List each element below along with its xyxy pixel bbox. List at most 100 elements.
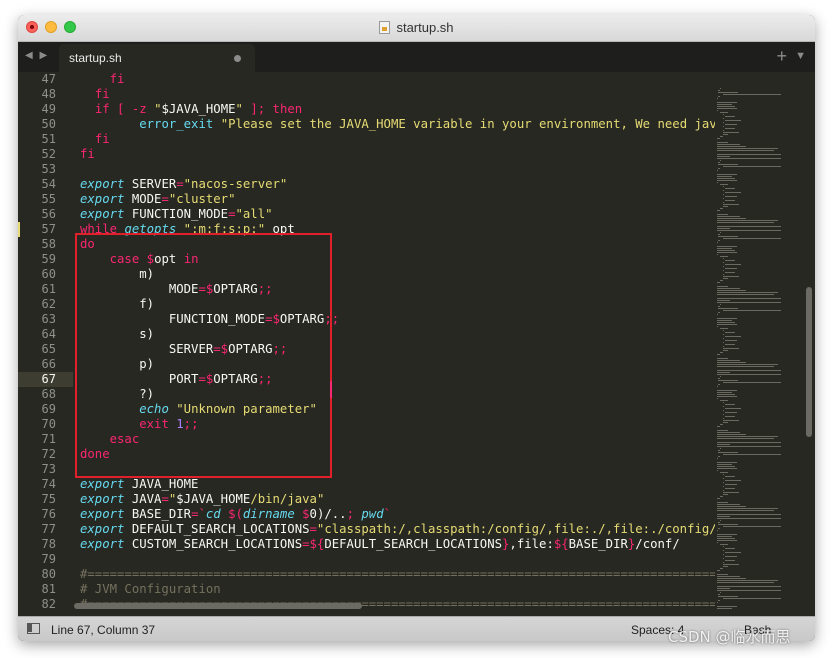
minimap-line [725, 264, 742, 265]
new-tab-plus-icon[interactable]: + [776, 46, 787, 67]
minimap-line [722, 334, 724, 335]
line-number: 51 [41, 132, 56, 146]
minimap-line [717, 170, 719, 171]
minimap-line [719, 184, 729, 185]
code-line[interactable]: export FUNCTION_MODE="all" [80, 207, 273, 222]
minimap-line [717, 214, 729, 215]
code-line[interactable]: export CUSTOM_SEARCH_LOCATIONS=${DEFAULT… [80, 537, 680, 552]
line-number: 75 [41, 492, 56, 506]
line-number: 73 [41, 462, 56, 476]
tab-nav-arrows-icon[interactable]: ◀ ▶ [25, 50, 49, 61]
minimap-line [717, 574, 729, 575]
minimap-line [717, 364, 778, 365]
minimap-line [725, 552, 742, 553]
code-line[interactable]: fi [80, 147, 95, 162]
minimap-line [717, 158, 782, 159]
minimap-line [722, 414, 724, 415]
minimap-line [722, 132, 740, 133]
minimap-line [722, 194, 724, 195]
horizontal-scrollbar-thumb[interactable] [74, 603, 362, 609]
minimap-line [719, 136, 723, 137]
minimap-line [717, 586, 782, 587]
minimap-line [725, 560, 736, 561]
minimap-line [718, 164, 738, 165]
minimap-line [719, 520, 722, 521]
minimap-line [717, 138, 720, 139]
minimap-line [719, 160, 722, 161]
tab-menu-chevron-icon[interactable]: ▼ [795, 50, 806, 62]
minimap-line [725, 548, 736, 549]
minimap-line [719, 256, 729, 257]
line-number: 74 [41, 477, 56, 491]
editor-area[interactable]: 47 48 49 50 51 52 53 54 55 56 57 58 59 60 61 62 63 64 65 66… [18, 72, 815, 610]
minimap-line [719, 304, 722, 305]
minimap-line [717, 434, 747, 435]
minimap-line [717, 108, 738, 109]
minimap-line [718, 92, 738, 93]
minimap-line [717, 242, 719, 243]
code-line[interactable]: #=======================================… [80, 567, 720, 582]
annotation-highlight-box [75, 233, 332, 478]
minimap-line [718, 384, 720, 385]
minimap-line [722, 266, 724, 267]
code-line[interactable]: fi [80, 72, 125, 87]
tab-label: startup.sh [69, 51, 122, 65]
minimap-line [722, 348, 740, 349]
minimap-line [718, 528, 720, 529]
minimap-line [722, 338, 724, 339]
line-number: 60 [41, 267, 56, 281]
code-line[interactable]: export DEFAULT_SEARCH_LOCATIONS="classpa… [80, 522, 720, 537]
code-line[interactable]: fi [80, 132, 110, 147]
code-line[interactable]: export JAVA="$JAVA_HOME/bin/java" [80, 492, 324, 507]
minimap-line [717, 174, 737, 175]
minimap-line [717, 446, 782, 447]
minimap-line [725, 260, 736, 261]
line-number: 57 [41, 222, 56, 236]
minimap-line [717, 540, 738, 541]
line-number: 49 [41, 102, 56, 116]
minimap-line [717, 372, 731, 373]
unsaved-dot-icon[interactable] [234, 55, 241, 62]
minimap-line [718, 378, 720, 379]
minimap-line [722, 494, 729, 495]
minimap-line [722, 198, 724, 199]
minimap-line [722, 564, 740, 565]
code-line[interactable]: if [ -z "$JAVA_HOME" ]; then [80, 102, 302, 117]
minimap-line [717, 246, 737, 247]
minimap-line [717, 298, 782, 299]
tab-startup-sh[interactable]: startup.sh [59, 44, 255, 72]
minimap-line [725, 488, 736, 489]
minimap-line [719, 448, 722, 449]
minimap-line [717, 518, 782, 519]
code-line[interactable]: fi [80, 87, 110, 102]
minimap-line [722, 562, 724, 563]
minimap-line [717, 576, 741, 577]
minimap-line [722, 566, 729, 567]
code-line[interactable]: export JAVA_HOME [80, 477, 198, 492]
code-line[interactable]: export SERVER="nacos-server" [80, 177, 287, 192]
sidebar-toggle-icon[interactable] [27, 623, 40, 634]
vertical-scrollbar-thumb[interactable] [806, 287, 812, 437]
minimap-line [719, 232, 722, 233]
minimap-line [718, 450, 720, 451]
line-number: 66 [41, 357, 56, 371]
text-cursor [330, 381, 332, 398]
minimap-line [722, 598, 781, 599]
line-number: 71 [41, 432, 56, 446]
code-line[interactable]: # JVM Configuration [80, 582, 221, 597]
minimap-line [722, 274, 724, 275]
code-line[interactable]: export BASE_DIR=`cd $(dirname $0)/..; pw… [80, 507, 391, 522]
line-number-gutter: 47 48 49 50 51 52 53 54 55 56 57 58 59 60 61 62 63 64 65 66… [18, 72, 73, 610]
minimap-line [718, 90, 720, 91]
minimap-line [717, 508, 778, 509]
code-line[interactable]: error_exit "Please set the JAVA_HOME var… [80, 117, 720, 132]
minimap-line [725, 200, 736, 201]
code-line[interactable]: export MODE="cluster" [80, 192, 236, 207]
minimap-line [722, 526, 781, 527]
minimap-line [722, 478, 724, 479]
minimap-line [717, 578, 747, 579]
minimap[interactable] [715, 72, 803, 610]
minimap-line [717, 394, 736, 395]
minimap-line [717, 366, 774, 367]
line-number: 59 [41, 252, 56, 266]
